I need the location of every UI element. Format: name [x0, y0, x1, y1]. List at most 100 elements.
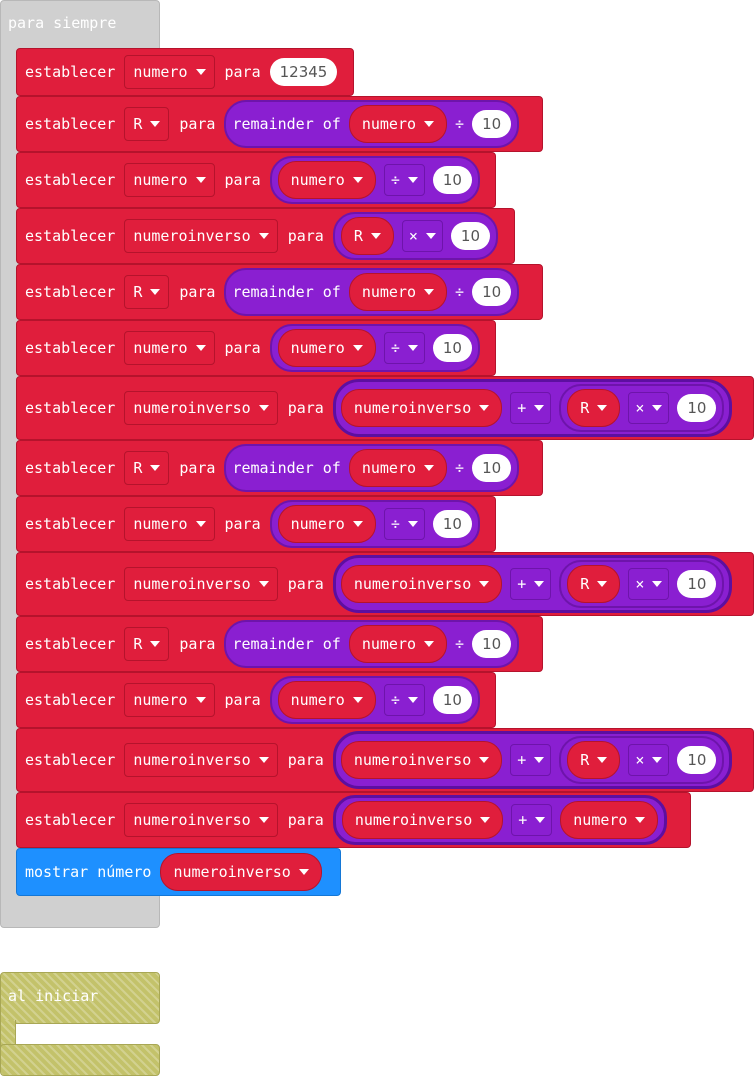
- number-input[interactable]: 10: [472, 630, 512, 658]
- variable-reporter[interactable]: numero: [277, 681, 376, 719]
- operator-dropdown[interactable]: ×: [628, 744, 670, 776]
- chevron-down-icon: [424, 465, 435, 471]
- remainder-block[interactable]: remainder of numero ÷ 10: [224, 268, 520, 316]
- variable-reporter[interactable]: numeroinverso: [341, 801, 504, 839]
- remainder-block[interactable]: remainder of numero ÷ 10: [224, 100, 520, 148]
- set-numeroinverso-block[interactable]: establecer numeroinverso para numeroinve…: [16, 376, 754, 440]
- variable-reporter[interactable]: numero: [348, 625, 448, 663]
- number-input[interactable]: 10: [677, 570, 717, 598]
- divide-label: ÷: [455, 635, 465, 653]
- add-block[interactable]: numeroinverso + R × 10: [332, 379, 733, 437]
- operator-dropdown[interactable]: ÷: [383, 684, 425, 716]
- variable-dropdown[interactable]: R: [124, 275, 170, 309]
- remainder-block[interactable]: remainder of numero ÷ 10: [224, 620, 520, 668]
- multiply-block[interactable]: R × 10: [559, 560, 725, 608]
- multiply-block[interactable]: R × 10: [559, 384, 725, 432]
- number-input[interactable]: 12345: [269, 58, 338, 86]
- chevron-down-icon: [425, 233, 436, 239]
- number-input[interactable]: 10: [472, 278, 512, 306]
- operator-dropdown[interactable]: +: [511, 804, 553, 836]
- number-input[interactable]: 10: [472, 110, 512, 138]
- para-keyword: para: [179, 115, 216, 133]
- arithmetic-block[interactable]: numero ÷ 10: [269, 324, 480, 372]
- number-input[interactable]: 10: [432, 334, 472, 362]
- number-input[interactable]: 10: [432, 686, 472, 714]
- variable-reporter[interactable]: numero: [277, 329, 376, 367]
- set-r-block[interactable]: establecer R para remainder of numero ÷ …: [16, 96, 543, 152]
- set-r-block[interactable]: establecer R para remainder of numero ÷ …: [16, 440, 543, 496]
- number-input[interactable]: 10: [677, 746, 717, 774]
- operator-dropdown[interactable]: ×: [401, 220, 443, 252]
- set-r-block[interactable]: establecer R para remainder of numero ÷ …: [16, 264, 543, 320]
- set-numeroinverso-block[interactable]: establecer numeroinverso para R × 10: [16, 208, 515, 264]
- chevron-down-icon: [258, 817, 269, 823]
- variable-reporter[interactable]: numero: [348, 449, 448, 487]
- variable-dropdown[interactable]: R: [124, 107, 170, 141]
- variable-reporter[interactable]: numeroinverso: [340, 389, 503, 427]
- arithmetic-block[interactable]: numero ÷ 10: [269, 500, 480, 548]
- chevron-down-icon: [534, 757, 545, 763]
- variable-dropdown[interactable]: R: [124, 627, 170, 661]
- arithmetic-block[interactable]: numero ÷ 10: [269, 676, 480, 724]
- remainder-label: remainder of: [232, 115, 341, 133]
- set-numero-block[interactable]: establecer numero para numero ÷ 10: [16, 152, 496, 208]
- variable-dropdown[interactable]: numero: [124, 163, 215, 197]
- set-numeroinverso-block[interactable]: establecer numeroinverso para numeroinve…: [16, 552, 754, 616]
- variable-dropdown[interactable]: R: [124, 451, 170, 485]
- variable-dropdown[interactable]: numeroinverso: [124, 391, 278, 425]
- set-numeroinverso-block[interactable]: establecer numeroinverso para numeroinve…: [16, 792, 691, 848]
- variable-reporter[interactable]: numero: [348, 105, 448, 143]
- add-block[interactable]: numeroinverso + R × 10: [332, 731, 733, 789]
- add-block[interactable]: numeroinverso + numero: [332, 795, 668, 845]
- variable-reporter[interactable]: R: [567, 389, 621, 427]
- variable-dropdown[interactable]: numeroinverso: [124, 743, 278, 777]
- set-keyword: establecer: [25, 227, 116, 245]
- variable-reporter[interactable]: numeroinverso: [340, 565, 503, 603]
- operator-dropdown[interactable]: ÷: [383, 508, 425, 540]
- operator-dropdown[interactable]: ×: [628, 568, 670, 600]
- set-keyword: establecer: [25, 751, 116, 769]
- variable-dropdown[interactable]: numero: [124, 683, 215, 717]
- variable-reporter[interactable]: R: [340, 217, 394, 255]
- operator-dropdown[interactable]: ÷: [383, 164, 425, 196]
- variable-reporter[interactable]: numeroinverso: [160, 853, 322, 891]
- number-input[interactable]: 10: [677, 394, 717, 422]
- variable-reporter[interactable]: numeroinverso: [340, 741, 503, 779]
- number-input[interactable]: 10: [432, 510, 472, 538]
- number-input[interactable]: 10: [450, 222, 490, 250]
- variable-reporter[interactable]: R: [567, 565, 621, 603]
- set-numeroinverso-block[interactable]: establecer numeroinverso para numeroinve…: [16, 728, 754, 792]
- variable-dropdown[interactable]: numeroinverso: [124, 803, 278, 837]
- variable-reporter[interactable]: numero: [277, 505, 376, 543]
- remainder-block[interactable]: remainder of numero ÷ 10: [224, 444, 520, 492]
- set-keyword: establecer: [25, 171, 116, 189]
- variable-dropdown[interactable]: numero: [124, 55, 215, 89]
- number-input[interactable]: 10: [472, 454, 512, 482]
- show-number-block[interactable]: mostrar número numeroinverso: [16, 848, 341, 896]
- arithmetic-block[interactable]: numero ÷ 10: [269, 156, 480, 204]
- number-input[interactable]: 10: [432, 166, 472, 194]
- variable-reporter[interactable]: R: [567, 741, 621, 779]
- operator-dropdown[interactable]: ÷: [383, 332, 425, 364]
- variable-dropdown[interactable]: numero: [124, 331, 215, 365]
- set-numero-block[interactable]: establecer numero para numero ÷ 10: [16, 672, 496, 728]
- set-numero-block[interactable]: establecer numero para 12345: [16, 48, 354, 96]
- set-r-block[interactable]: establecer R para remainder of numero ÷ …: [16, 616, 543, 672]
- variable-reporter[interactable]: numero: [277, 161, 376, 199]
- variable-dropdown[interactable]: numeroinverso: [124, 219, 278, 253]
- variable-dropdown[interactable]: numero: [124, 507, 215, 541]
- operator-dropdown[interactable]: ×: [628, 392, 670, 424]
- variable-dropdown[interactable]: numeroinverso: [124, 567, 278, 601]
- variable-reporter[interactable]: numero: [348, 273, 448, 311]
- divide-label: ÷: [455, 459, 465, 477]
- variable-reporter[interactable]: numero: [560, 801, 659, 839]
- operator-dropdown[interactable]: +: [510, 392, 552, 424]
- operator-dropdown[interactable]: +: [510, 744, 552, 776]
- arithmetic-block[interactable]: R × 10: [332, 212, 498, 260]
- set-numero-block[interactable]: establecer numero para numero ÷ 10: [16, 496, 496, 552]
- multiply-block[interactable]: R × 10: [559, 736, 725, 784]
- set-numero-block[interactable]: establecer numero para numero ÷ 10: [16, 320, 496, 376]
- operator-dropdown[interactable]: +: [510, 568, 552, 600]
- add-block[interactable]: numeroinverso + R × 10: [332, 555, 733, 613]
- set-keyword: establecer: [25, 115, 116, 133]
